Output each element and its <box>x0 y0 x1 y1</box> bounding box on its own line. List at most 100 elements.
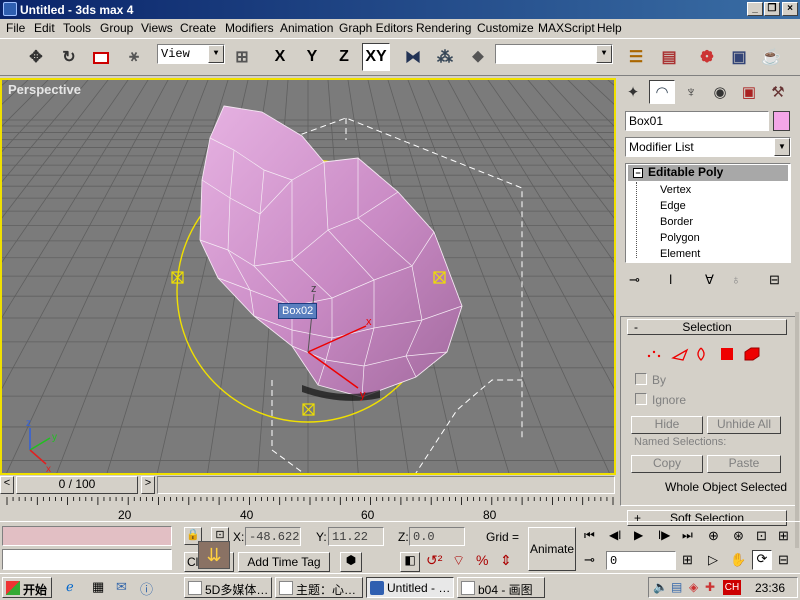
menu-customize[interactable]: Customize <box>477 21 534 35</box>
stack-subobject-edge[interactable]: Edge <box>660 200 686 212</box>
app-icon[interactable] <box>3 2 17 16</box>
selection-filter-icon[interactable]: ⬢ <box>340 552 362 572</box>
stack-subobject-element[interactable]: Element <box>660 248 700 260</box>
close-button[interactable]: × <box>782 2 798 16</box>
percent-snap-icon[interactable]: % <box>476 552 488 568</box>
display-tab-icon[interactable]: ▣ <box>736 80 762 104</box>
stack-subobject-border[interactable]: Border <box>660 216 693 228</box>
pan-icon[interactable]: ✋ <box>730 552 746 568</box>
align-icon[interactable]: ⬥ <box>464 43 492 71</box>
array-icon[interactable]: ⁂ <box>431 43 459 71</box>
object-color-swatch[interactable] <box>773 111 790 131</box>
element-level-icon[interactable] <box>744 347 760 361</box>
render-scene-icon[interactable]: ▣ <box>725 43 753 71</box>
menu-views[interactable]: Views <box>141 21 173 35</box>
zoom-extents-icon[interactable]: ⊡ <box>756 528 767 544</box>
pivot-center-icon[interactable]: ⊞ <box>228 43 256 71</box>
restrict-x-button[interactable]: X <box>266 43 294 71</box>
menu-help[interactable]: Help <box>597 21 622 35</box>
task-paint[interactable]: b04 - 画图 <box>457 577 545 598</box>
ime-indicator[interactable]: CH <box>723 580 741 595</box>
menu-modifiers[interactable]: Modifiers <box>225 21 274 35</box>
arc-rotate-icon[interactable]: ⟳ <box>752 550 772 570</box>
perspective-viewport[interactable]: x y z z y x Perspective Box02 <box>0 78 616 475</box>
by-vertex-checkbox[interactable] <box>635 373 647 385</box>
restore-button[interactable]: ❐ <box>764 2 780 16</box>
restrict-z-button[interactable]: Z <box>330 43 358 71</box>
media-icon[interactable]: ⓘ <box>140 579 153 598</box>
network-icon[interactable]: ▤ <box>671 580 682 594</box>
named-selection-dropdown[interactable]: ▼ <box>495 44 613 64</box>
y-coord-field[interactable]: 11.22 <box>328 527 384 546</box>
time-configuration-icon[interactable]: ⊞ <box>682 552 693 568</box>
menu-create[interactable]: Create <box>180 21 216 35</box>
current-frame-field[interactable]: 0 <box>606 551 676 570</box>
ie-icon[interactable]: ℯ <box>66 579 74 595</box>
utilities-tab-icon[interactable]: ⚒ <box>765 80 791 104</box>
tray-app-icon[interactable]: ✚ <box>705 580 715 594</box>
scale-icon[interactable] <box>88 43 116 71</box>
maxscript-input-mini[interactable] <box>2 549 172 570</box>
unhide-all-button[interactable]: Unhide All <box>707 416 781 434</box>
mirror-icon[interactable]: ⧓ <box>399 43 427 71</box>
show-end-result-icon[interactable]: ǀ <box>669 272 672 287</box>
outlook-icon[interactable]: ✉ <box>116 579 127 595</box>
configure-sets-icon[interactable]: ⊟ <box>769 272 780 288</box>
zoom-all-icon[interactable]: ⊛ <box>733 528 744 544</box>
time-slider-track[interactable] <box>157 476 615 494</box>
pin-stack-icon[interactable]: ⊸ <box>629 272 640 288</box>
make-unique-icon[interactable]: ∀ <box>705 272 714 288</box>
add-time-tag-button[interactable]: Add Time Tag <box>238 552 330 572</box>
create-tab-icon[interactable]: ✦ <box>620 80 646 104</box>
time-slider-next-button[interactable]: > <box>141 476 155 494</box>
manipulate-icon[interactable]: ⚹ <box>120 43 148 71</box>
viewport-label[interactable]: Perspective <box>8 82 81 97</box>
play-icon[interactable]: ▶ <box>634 528 643 542</box>
zoom-icon[interactable]: ⊕ <box>708 528 719 544</box>
desktop-icon[interactable]: ▦ <box>92 579 104 595</box>
edge-level-icon[interactable] <box>671 348 689 361</box>
field-of-view-icon[interactable]: ▷ <box>708 552 718 568</box>
border-level-icon[interactable] <box>697 347 705 361</box>
quick-render-icon[interactable]: ☕ <box>757 43 785 71</box>
hierarchy-tab-icon[interactable]: ♆ <box>678 80 704 104</box>
volume-icon[interactable]: 🔈 <box>653 580 668 594</box>
hide-button[interactable]: Hide <box>631 416 703 434</box>
ignore-backfacing-checkbox[interactable] <box>635 393 647 405</box>
key-mode-icon[interactable]: ⊸ <box>584 552 595 568</box>
antivirus-icon[interactable]: ◈ <box>689 580 698 594</box>
stack-subobject-vertex[interactable]: Vertex <box>660 184 691 196</box>
rotate-icon[interactable]: ↻ <box>55 43 83 71</box>
time-slider-prev-button[interactable]: < <box>0 476 14 494</box>
menu-rendering[interactable]: Rendering <box>416 21 471 35</box>
modifier-list-dropdown[interactable]: Modifier List ▼ <box>625 137 791 157</box>
collapse-icon[interactable]: − <box>633 168 643 178</box>
go-to-end-icon[interactable]: ⏭ <box>682 528 693 543</box>
schematic-view-icon[interactable]: ▤ <box>655 43 683 71</box>
task-topic[interactable]: 主题：心… <box>275 577 363 598</box>
motion-tab-icon[interactable]: ◉ <box>707 80 733 104</box>
box01-object[interactable] <box>199 105 463 401</box>
move-icon[interactable]: ✥ <box>22 43 50 71</box>
menu-file[interactable]: File <box>6 21 25 35</box>
previous-frame-icon[interactable]: ◀ǀ <box>609 528 621 542</box>
menu-animation[interactable]: Animation <box>280 21 333 35</box>
task-5d-multimedia[interactable]: 5D多媒体… <box>184 577 272 598</box>
animate-button[interactable]: Animate <box>528 527 576 571</box>
start-button[interactable]: 开始 <box>2 577 52 598</box>
z-coord-field[interactable]: 0.0 <box>409 527 465 546</box>
angle-snap-icon[interactable]: ⌔ <box>452 552 465 570</box>
zoom-extents-all-icon[interactable]: ⊞ <box>778 528 789 544</box>
command-panel-scrollbar[interactable] <box>795 312 799 548</box>
menu-edit[interactable]: Edit <box>34 21 55 35</box>
track-bar[interactable]: 20 40 60 80 <box>0 495 616 521</box>
menu-graph-editors[interactable]: Graph Editors <box>339 21 413 35</box>
maximize-viewport-icon[interactable]: ⊟ <box>778 552 789 568</box>
task-3dsmax[interactable]: Untitled - … <box>366 577 454 598</box>
chevron-down-icon[interactable]: ⇊ <box>198 541 230 569</box>
material-editor-icon[interactable]: ❁ <box>693 43 721 71</box>
spinner-snap-icon[interactable]: ⇕ <box>500 552 512 569</box>
vertex-level-icon[interactable] <box>647 350 661 358</box>
menu-maxscript[interactable]: MAXScript <box>538 21 595 35</box>
remove-modifier-icon[interactable]: ♁ <box>731 272 741 287</box>
